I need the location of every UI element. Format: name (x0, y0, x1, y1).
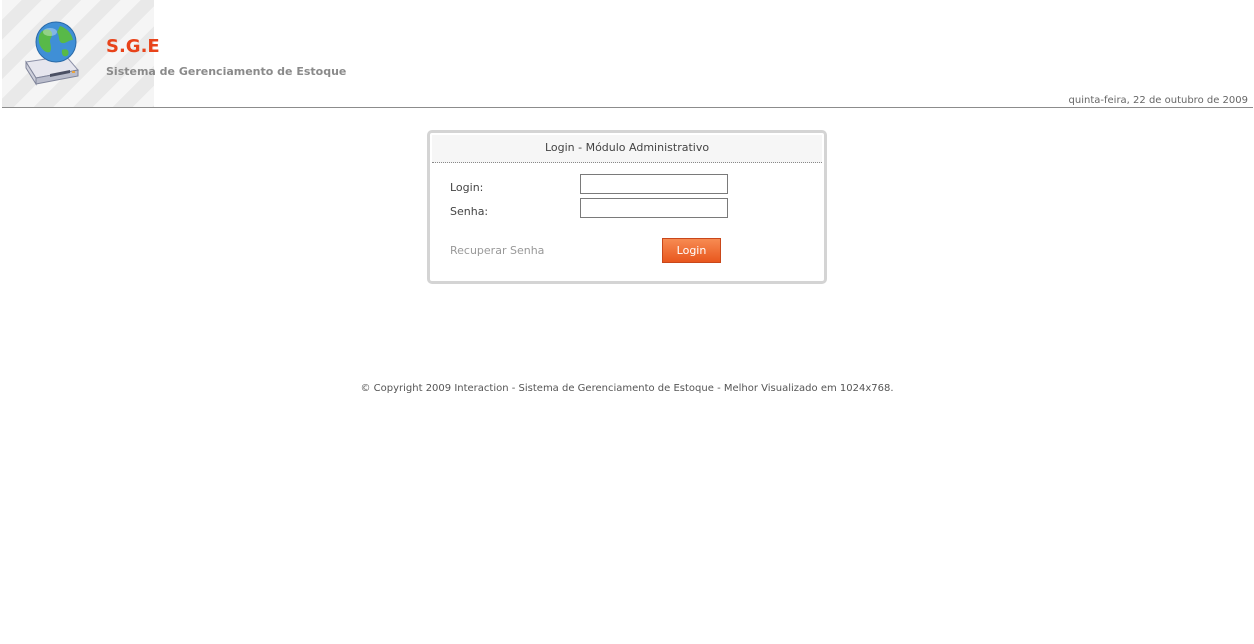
password-input[interactable] (580, 198, 728, 218)
login-panel: Login - Módulo Administrativo Login: Sen… (427, 130, 827, 284)
login-input[interactable] (580, 174, 728, 194)
password-label: Senha: (450, 205, 489, 218)
login-button[interactable]: Login (662, 238, 721, 263)
brand: S.G.E Sistema de Gerenciamento de Estoqu… (106, 36, 346, 78)
globe-drive-icon (20, 16, 82, 92)
app-subtitle: Sistema de Gerenciamento de Estoque (106, 65, 347, 78)
login-label: Login: (450, 181, 484, 194)
current-date: quinta-feira, 22 de outubro de 2009 (1068, 95, 1248, 106)
recover-password-link[interactable]: Recuperar Senha (450, 244, 544, 257)
footer-copyright: © Copyright 2009 Interaction - Sistema d… (360, 383, 894, 394)
page-header: S.G.E Sistema de Gerenciamento de Estoqu… (0, 0, 1254, 108)
header-divider (2, 107, 1253, 108)
app-title: S.G.E (106, 36, 160, 57)
login-panel-title: Login - Módulo Administrativo (432, 135, 822, 163)
